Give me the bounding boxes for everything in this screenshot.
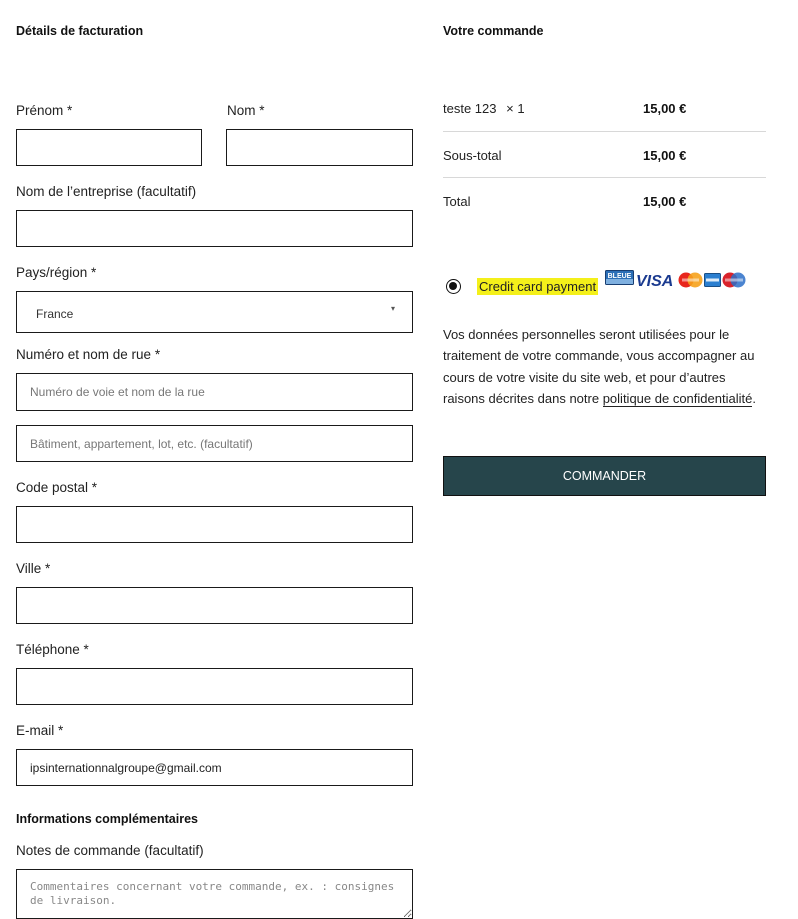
country-label: Pays/région * <box>16 265 97 280</box>
radio-selected-dot <box>449 282 458 291</box>
maestro-logo <box>722 272 746 288</box>
phone-label: Téléphone * <box>16 642 89 657</box>
email-field[interactable] <box>16 749 413 786</box>
last-name-field[interactable] <box>226 129 413 166</box>
privacy-text-end: . <box>752 390 756 406</box>
first-name-label: Prénom * <box>16 103 73 118</box>
phone-field[interactable] <box>16 668 413 705</box>
order-notes-label: Notes de commande (facultatif) <box>16 843 204 858</box>
first-name-field[interactable] <box>16 129 202 166</box>
country-select[interactable]: France ▾ <box>16 291 413 333</box>
order-item-name: teste 123 × 1 <box>443 101 525 116</box>
order-divider <box>443 177 766 178</box>
payment-method-label[interactable]: Credit card payment <box>477 278 599 295</box>
svg-text:BLEUE: BLEUE <box>608 273 632 280</box>
postcode-field[interactable] <box>16 506 413 543</box>
privacy-notice: Vos données personnelles seront utilisée… <box>443 324 766 409</box>
svg-text:VISA: VISA <box>636 273 673 288</box>
order-divider <box>443 131 766 132</box>
chevron-down-icon: ▾ <box>391 304 396 313</box>
privacy-policy-link[interactable]: politique de confidentialité <box>602 390 753 407</box>
order-item-qty: × 1 <box>506 101 525 116</box>
subtotal-label: Sous-total <box>443 148 502 163</box>
total-value: 15,00 € <box>643 194 687 209</box>
order-item-total: 15,00 € <box>643 101 687 116</box>
last-name-label: Nom * <box>227 103 265 118</box>
postcode-label: Code postal * <box>16 480 98 495</box>
city-label: Ville * <box>16 561 51 576</box>
order-title: Votre commande <box>443 24 544 38</box>
order-notes-field[interactable] <box>16 869 413 919</box>
cb-bleue-logo: BLEUE <box>605 270 634 285</box>
order-item-label: teste 123 <box>443 101 497 116</box>
additional-info-title: Informations complémentaires <box>16 812 198 826</box>
company-label: Nom de l’entreprise (facultatif) <box>16 184 197 199</box>
city-field[interactable] <box>16 587 413 624</box>
place-order-button[interactable]: COMMANDER <box>443 456 766 496</box>
subtotal-value: 15,00 € <box>643 148 687 163</box>
billing-title: Détails de facturation <box>16 24 144 38</box>
company-field[interactable] <box>16 210 413 247</box>
email-label: E-mail * <box>16 723 64 738</box>
country-select-value: France <box>36 307 74 321</box>
amex-logo <box>704 273 721 287</box>
mastercard-logo <box>678 272 703 288</box>
total-label: Total <box>443 194 471 209</box>
card-logos: BLEUE VISA <box>605 270 746 290</box>
visa-logo: VISA <box>636 273 673 288</box>
street-address-2-field[interactable] <box>16 425 413 462</box>
payment-radio[interactable] <box>446 279 461 294</box>
street-label: Numéro et nom de rue * <box>16 347 161 362</box>
street-address-field[interactable] <box>16 373 413 411</box>
